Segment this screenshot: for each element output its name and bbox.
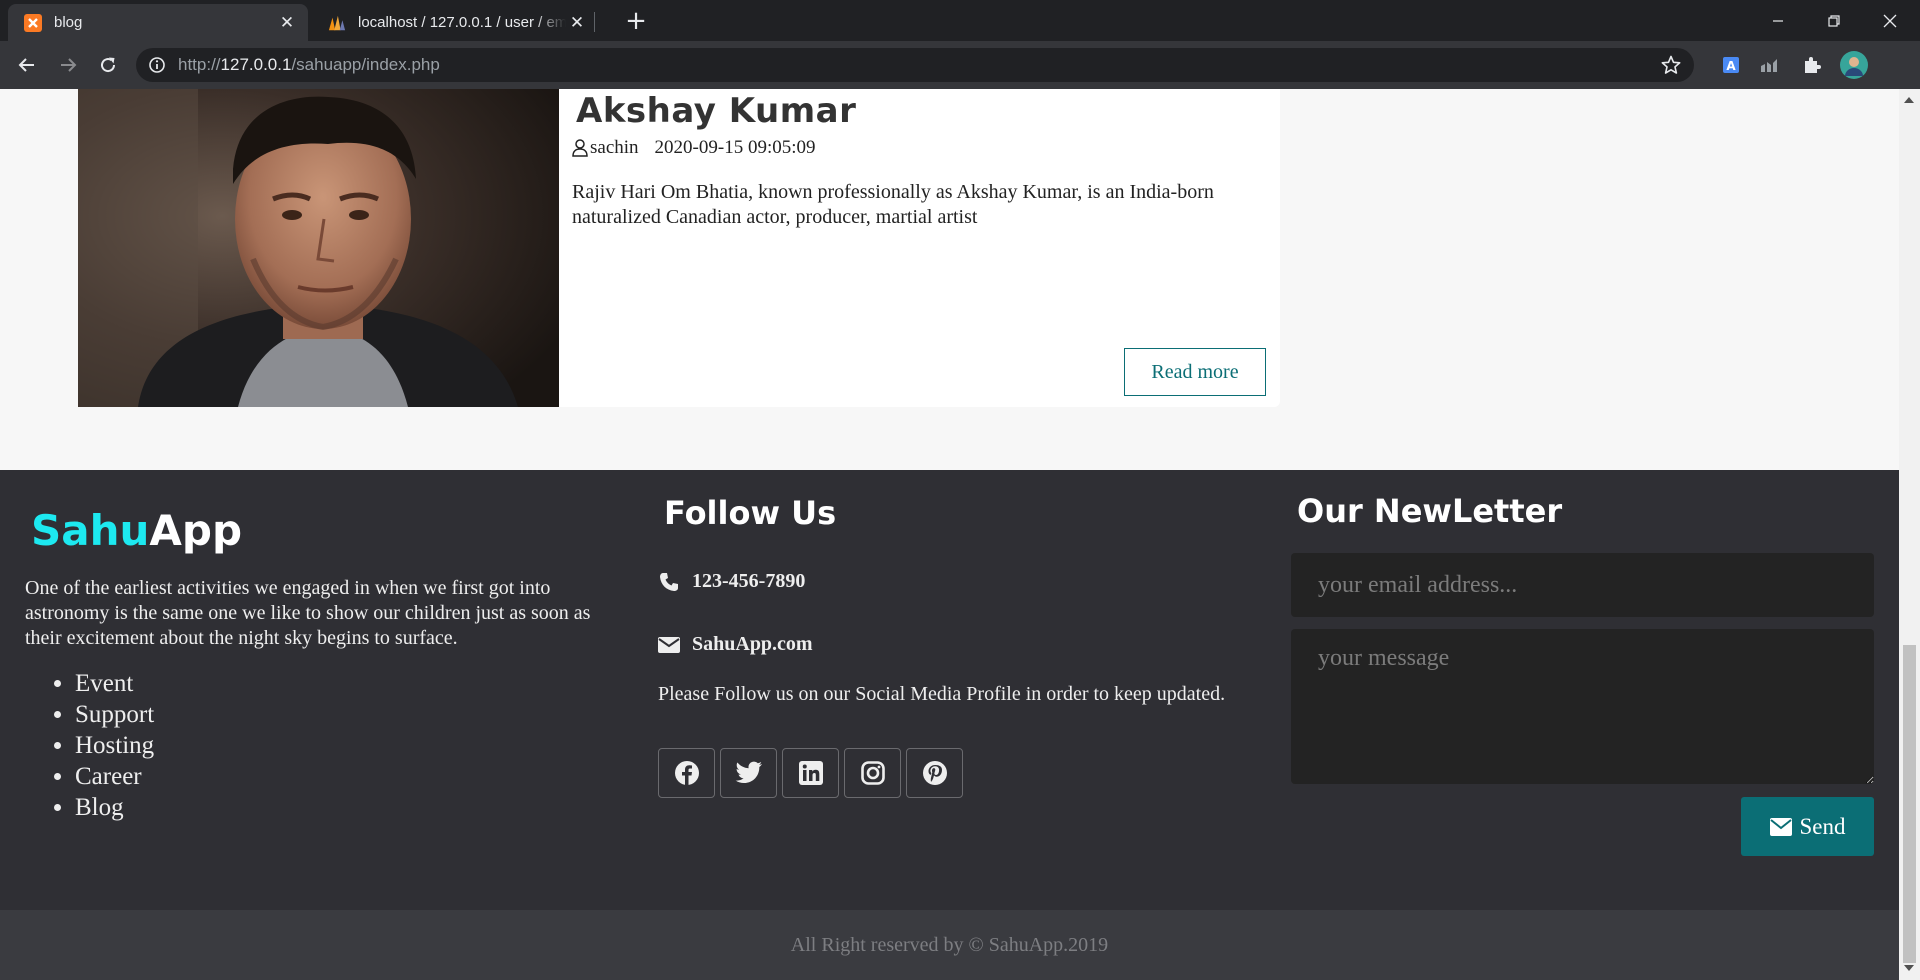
footer-email: SahuApp.com (658, 633, 813, 656)
footer-link-career[interactable]: Career (75, 761, 154, 792)
instagram-icon (860, 761, 885, 785)
portrait-image (78, 89, 559, 407)
follow-text: Please Follow us on our Social Media Pro… (658, 683, 1226, 705)
phone-number[interactable]: 123-456-7890 (692, 570, 805, 593)
browser-tab-strip: blog ✕ localhost / 127.0.0.1 / user / em… (0, 0, 1920, 41)
blog-post-card: Akshay Kumar sachin 2020-09-15 09:05:09 … (78, 89, 1280, 407)
footer-link-support[interactable]: Support (75, 699, 154, 730)
site-footer: SahuApp One of the earliest activities w… (0, 470, 1899, 980)
post-title[interactable]: Akshay Kumar (576, 91, 856, 131)
footer-link-event[interactable]: Event (75, 668, 154, 699)
copyright-bar: All Right reserved by © SahuApp.2019 (0, 910, 1899, 980)
footer-links: Event Support Hosting Career Blog (50, 668, 154, 823)
phpmyadmin-icon (328, 14, 346, 32)
linkedin-button[interactable] (782, 748, 839, 798)
address-bar[interactable]: http://127.0.0.1/sahuapp/index.php (136, 48, 1694, 82)
browser-toolbar: http://127.0.0.1/sahuapp/index.php A (0, 41, 1920, 89)
twitter-button[interactable] (720, 748, 777, 798)
facebook-button[interactable] (658, 748, 715, 798)
pinterest-icon (922, 761, 947, 785)
back-icon[interactable] (11, 49, 43, 81)
post-meta: sachin 2020-09-15 09:05:09 (572, 137, 816, 159)
scroll-down-arrow-icon[interactable] (1904, 965, 1914, 971)
phone-icon (658, 571, 680, 593)
facebook-icon (674, 761, 699, 785)
tab-title: localhost / 127.0.0.1 / user / ema (358, 14, 566, 31)
instagram-button[interactable] (844, 748, 901, 798)
profile-avatar-icon[interactable] (1838, 49, 1870, 81)
send-button[interactable]: Send (1741, 797, 1874, 856)
send-label: Send (1799, 813, 1846, 839)
forward-icon[interactable] (52, 49, 84, 81)
read-more-button[interactable]: Read more (1124, 348, 1266, 396)
footer-brand-logo[interactable]: SahuApp (31, 506, 242, 555)
analytics-extension-icon[interactable] (1759, 53, 1783, 77)
scrollbar-thumb[interactable] (1903, 645, 1916, 963)
bookmark-star-icon[interactable] (1660, 54, 1682, 76)
footer-link-blog[interactable]: Blog (75, 792, 154, 823)
footer-about-text: One of the earliest activities we engage… (25, 577, 591, 649)
page-viewport: Akshay Kumar sachin 2020-09-15 09:05:09 … (0, 89, 1899, 980)
xampp-icon (24, 13, 42, 32)
close-tab-icon[interactable]: ✕ (566, 12, 588, 34)
newsletter-heading: Our NewLetter (1297, 492, 1563, 530)
follow-us-heading: Follow Us (664, 494, 837, 532)
tab-title: blog (54, 14, 83, 31)
post-author: sachin (590, 137, 639, 158)
page-scrollbar[interactable] (1899, 89, 1920, 980)
pinterest-button[interactable] (906, 748, 963, 798)
post-excerpt: Rajiv Hari Om Bhatia, known professional… (572, 181, 1214, 228)
post-date: 2020-09-15 09:05:09 (654, 137, 816, 158)
envelope-icon (1769, 817, 1792, 836)
extensions-puzzle-icon[interactable] (1800, 53, 1824, 77)
linkedin-icon (798, 761, 823, 785)
copyright-text: All Right reserved by © SahuApp.2019 (790, 933, 1109, 956)
footer-phone: 123-456-7890 (658, 570, 805, 593)
reload-icon[interactable] (92, 49, 124, 81)
scroll-up-arrow-icon[interactable] (1904, 97, 1914, 103)
twitter-icon (735, 761, 762, 783)
user-icon (572, 139, 588, 157)
envelope-icon (658, 634, 680, 656)
translate-extension-icon[interactable]: A (1719, 53, 1743, 77)
email-address[interactable]: SahuApp.com (692, 633, 813, 656)
tab-blog[interactable]: blog ✕ (8, 4, 308, 41)
restore-icon[interactable] (1806, 0, 1862, 41)
footer-link-hosting[interactable]: Hosting (75, 730, 154, 761)
close-tab-icon[interactable]: ✕ (276, 12, 298, 34)
newsletter-email-input[interactable] (1291, 553, 1874, 617)
svg-text:A: A (1726, 59, 1736, 73)
newsletter-message-input[interactable] (1291, 629, 1874, 784)
close-window-icon[interactable] (1862, 0, 1918, 41)
url-text: http://127.0.0.1/sahuapp/index.php (178, 55, 440, 74)
new-tab-button[interactable]: + (620, 6, 652, 36)
post-thumbnail[interactable] (78, 89, 559, 407)
site-info-icon[interactable] (148, 56, 166, 74)
minimize-icon[interactable] (1750, 0, 1806, 41)
tab-phpmyadmin[interactable]: localhost / 127.0.0.1 / user / ema ✕ (312, 4, 598, 41)
